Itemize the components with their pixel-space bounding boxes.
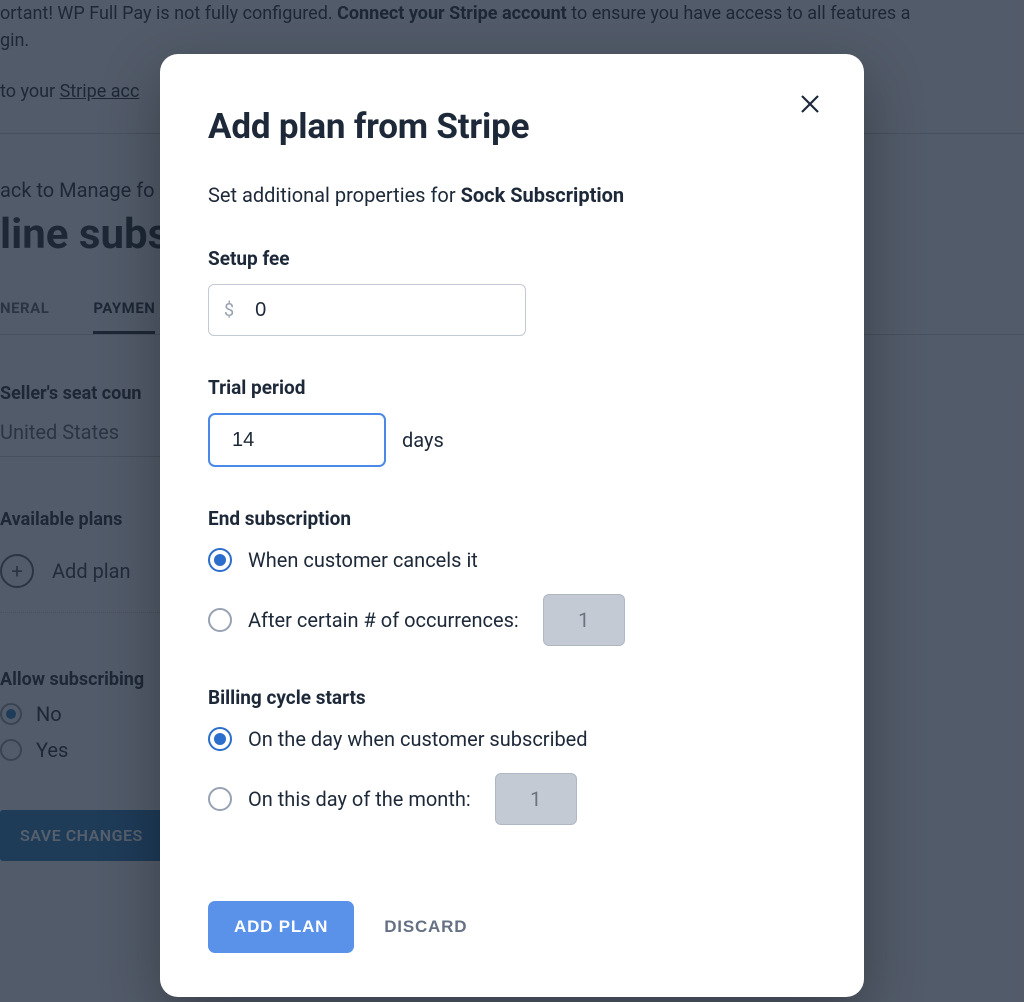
modal-overlay: Add plan from Stripe Set additional prop… <box>0 0 1024 1002</box>
modal-actions: ADD PLAN DISCARD <box>208 901 816 953</box>
billing-option-month-day[interactable]: On this day of the month: 1 <box>208 773 816 825</box>
modal-title: Add plan from Stripe <box>208 106 816 147</box>
plan-name: Sock Subscription <box>461 183 625 207</box>
radio-icon[interactable] <box>208 787 232 811</box>
subtitle-text: Set additional properties for <box>208 183 461 207</box>
discard-button[interactable]: DISCARD <box>384 917 467 937</box>
modal-subtitle: Set additional properties for Sock Subsc… <box>208 183 816 207</box>
radio-label: When customer cancels it <box>248 548 478 572</box>
end-sub-option-cancel[interactable]: When customer cancels it <box>208 548 816 572</box>
radio-icon[interactable] <box>208 727 232 751</box>
trial-unit: days <box>402 428 444 452</box>
close-button[interactable] <box>798 92 822 120</box>
currency-symbol: $ <box>209 300 249 321</box>
setup-fee-label: Setup fee <box>208 247 816 270</box>
month-day-input: 1 <box>495 773 577 825</box>
trial-period-row: days <box>208 413 816 467</box>
setup-fee-input-group[interactable]: $ <box>208 284 526 336</box>
trial-period-label: Trial period <box>208 376 816 399</box>
end-subscription-label: End subscription <box>208 507 816 530</box>
billing-option-subscribe-day[interactable]: On the day when customer subscribed <box>208 727 816 751</box>
close-icon <box>798 92 822 116</box>
end-sub-option-occurrences[interactable]: After certain # of occurrences: 1 <box>208 594 816 646</box>
radio-icon[interactable] <box>208 608 232 632</box>
radio-label: After certain # of occurrences: <box>248 608 519 632</box>
billing-cycle-label: Billing cycle starts <box>208 686 816 709</box>
add-plan-modal: Add plan from Stripe Set additional prop… <box>160 54 864 997</box>
radio-label: On the day when customer subscribed <box>248 727 588 751</box>
occurrences-input: 1 <box>543 594 625 646</box>
setup-fee-input[interactable] <box>249 285 525 335</box>
radio-icon[interactable] <box>208 548 232 572</box>
radio-label: On this day of the month: <box>248 787 471 811</box>
trial-period-input[interactable] <box>208 413 386 467</box>
add-plan-button[interactable]: ADD PLAN <box>208 901 354 953</box>
